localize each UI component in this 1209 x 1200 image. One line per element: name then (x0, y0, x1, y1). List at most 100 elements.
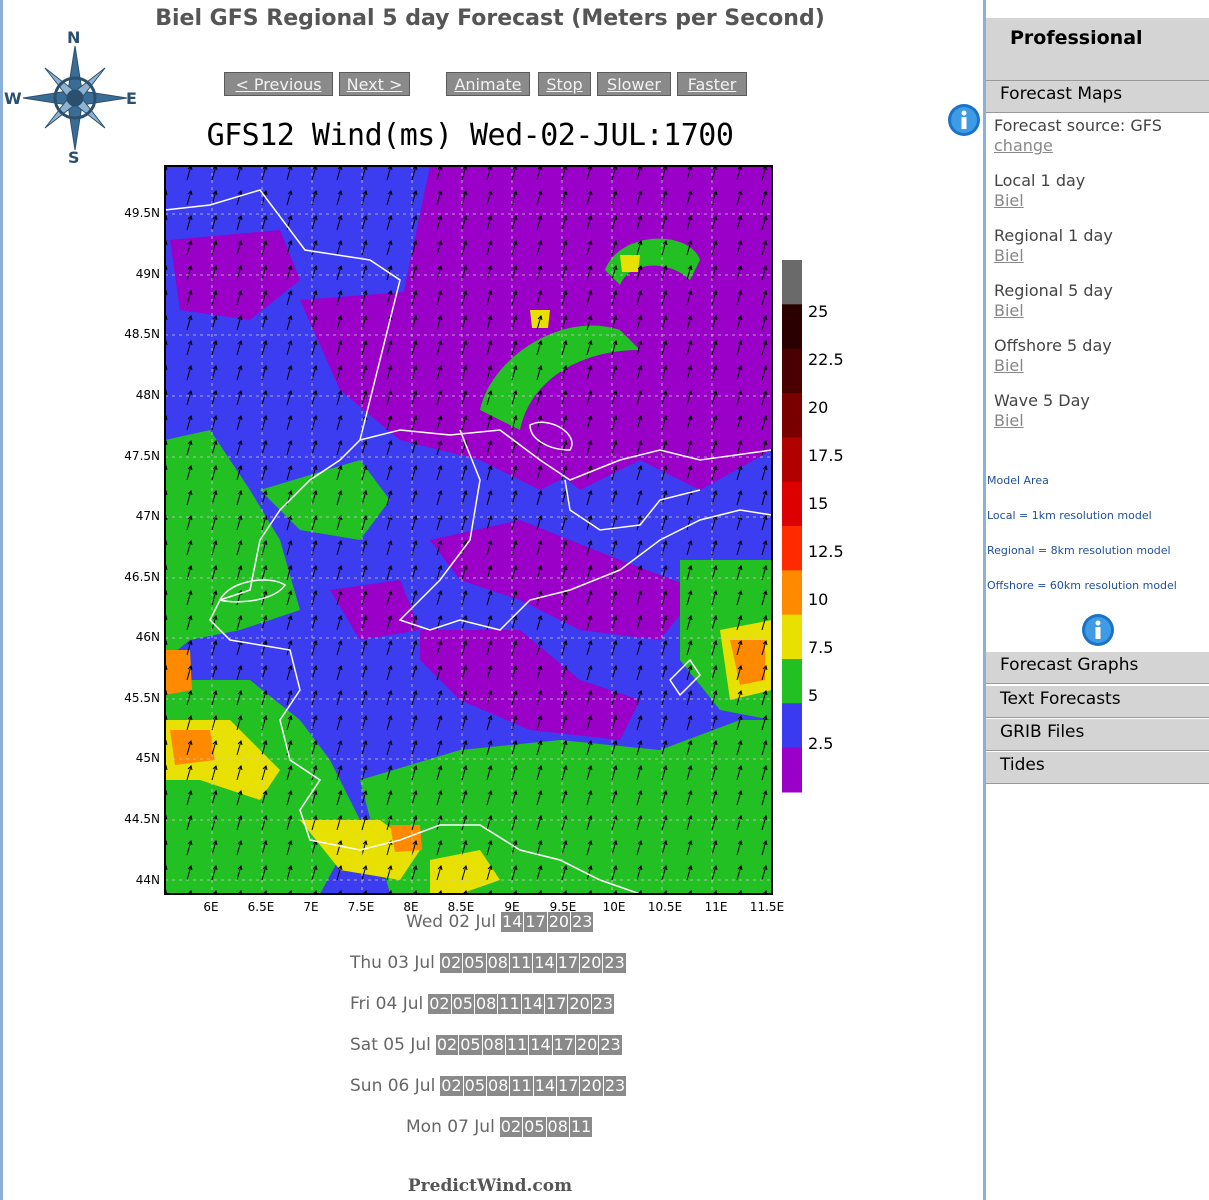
lat-label: 46.5N (124, 570, 160, 584)
hour-button[interactable]: 02 (428, 994, 451, 1014)
hour-button[interactable]: 14 (521, 994, 545, 1014)
scale-band (782, 481, 802, 527)
hour-button[interactable]: 08 (486, 953, 509, 973)
day-row: Sun 06 Jul 02 05 08 11 14 17 20 23 (280, 1076, 740, 1100)
info-icon[interactable] (1081, 613, 1115, 647)
tab-forecast-maps[interactable]: Forecast Maps (986, 81, 1209, 113)
local-1-day-link[interactable]: Biel (994, 191, 1024, 210)
change-source-link[interactable]: change (994, 136, 1053, 155)
hour-button[interactable]: 11 (509, 953, 533, 973)
hour-button[interactable]: 14 (529, 1035, 552, 1055)
hour-button[interactable]: 20 (580, 1076, 603, 1096)
day-row: Thu 03 Jul 02 05 08 11 14 17 20 23 (280, 953, 740, 977)
model-note: Model Area (987, 474, 1049, 487)
hour-button[interactable]: 14 (533, 1076, 557, 1096)
hour-button[interactable]: 05 (463, 1076, 487, 1096)
hour-button[interactable]: 05 (463, 953, 486, 973)
animate-button[interactable]: Animate (446, 72, 530, 96)
hour-button[interactable]: 05 (451, 994, 474, 1014)
lat-label: 44N (135, 873, 160, 887)
hour-button[interactable]: 23 (603, 1076, 627, 1096)
info-icon[interactable] (947, 103, 981, 137)
tab-label: Tides (1000, 755, 1045, 775)
hour-button[interactable]: 20 (575, 1035, 599, 1055)
lon-label: 11.5E (749, 900, 785, 914)
hour-button[interactable]: 02 (440, 1076, 463, 1096)
page-title: Biel GFS Regional 5 day Forecast (Meters… (155, 6, 825, 31)
hour-button[interactable]: 14 (533, 953, 556, 973)
day-line: Mon 07 Jul 02 05 08 11 (406, 1117, 593, 1137)
hour-button[interactable]: 05 (523, 1117, 546, 1137)
hour-button[interactable]: 08 (482, 1035, 505, 1055)
hour-button[interactable]: 23 (571, 912, 594, 932)
faster-button[interactable]: Faster (677, 72, 747, 96)
hour-button[interactable]: 11 (569, 1117, 593, 1137)
slower-button[interactable]: Slower (597, 72, 671, 96)
sidebar: Professional Forecast Maps Forecast sour… (983, 0, 1209, 1200)
hour-button[interactable]: 20 (568, 994, 591, 1014)
hour-button[interactable]: 14 (501, 912, 524, 932)
scale-label: 12.5 (808, 542, 844, 561)
scale-label: 5 (808, 686, 819, 705)
day-label: Wed 02 Jul (406, 912, 497, 932)
hour-button[interactable]: 11 (510, 1076, 533, 1096)
lat-label: 44.5N (124, 812, 160, 826)
link-label: Local 1 day (994, 171, 1086, 190)
tab-grib-files[interactable]: GRIB Files (986, 719, 1209, 751)
scale-label: 17.5 (808, 446, 844, 465)
scale-label: 15 (808, 494, 829, 513)
lon-label: 6.5E (247, 900, 275, 914)
hour-button[interactable]: 23 (599, 1035, 622, 1055)
hour-button[interactable]: 11 (498, 994, 521, 1014)
wave-5-day-link[interactable]: Biel (994, 411, 1024, 430)
hour-button[interactable]: 08 (487, 1076, 510, 1096)
hour-button[interactable]: 17 (552, 1035, 575, 1055)
hour-button[interactable]: 23 (591, 994, 615, 1014)
day-line: Sun 06 Jul 02 05 08 11 14 17 20 23 (350, 1076, 627, 1096)
tab-label: Text Forecasts (1000, 689, 1121, 709)
lat-label: 49.5N (124, 206, 160, 220)
hour-button[interactable]: 08 (474, 994, 498, 1014)
hour-button[interactable]: 02 (435, 1035, 459, 1055)
compass-e: E (126, 89, 137, 108)
offshore-5-day-link[interactable]: Biel (994, 356, 1024, 375)
day-label: Fri 04 Jul (350, 994, 424, 1014)
next-button[interactable]: Next > (339, 72, 410, 96)
hour-button[interactable]: 17 (557, 1076, 580, 1096)
day-line: Wed 02 Jul 14 17 20 23 (406, 912, 594, 932)
professional-title: Professional (1010, 27, 1143, 49)
hour-button[interactable]: 17 (524, 912, 547, 932)
lat-label: 48.5N (124, 327, 160, 341)
model-note: Regional = 8km resolution model (987, 544, 1171, 557)
hour-button[interactable]: 11 (505, 1035, 529, 1055)
tab-tides[interactable]: Tides (986, 752, 1209, 784)
regional-1-day-link[interactable]: Biel (994, 246, 1024, 265)
lat-label: 47N (135, 509, 160, 523)
day-label: Sat 05 Jul (350, 1035, 431, 1055)
hour-button[interactable]: 23 (603, 953, 626, 973)
model-note: Offshore = 60km resolution model (987, 579, 1177, 592)
hour-button[interactable]: 17 (556, 953, 580, 973)
scale-band (782, 304, 802, 350)
compass-w: W (4, 89, 22, 108)
stop-button[interactable]: Stop (538, 72, 591, 96)
scale-band (782, 703, 802, 749)
hour-button[interactable]: 17 (545, 994, 568, 1014)
scale-band (782, 659, 802, 704)
hour-button[interactable]: 08 (546, 1117, 569, 1137)
hour-button[interactable]: 02 (439, 953, 463, 973)
tab-forecast-graphs[interactable]: Forecast Graphs (986, 652, 1209, 684)
compass-s: S (68, 148, 80, 167)
map-title: GFS12 Wind(ms) Wed-02-JUL:1700 (206, 118, 734, 153)
scale-band (782, 348, 802, 394)
hour-button[interactable]: 05 (459, 1035, 482, 1055)
previous-button[interactable]: < Previous (224, 72, 333, 96)
regional-5-day-link[interactable]: Biel (994, 301, 1024, 320)
scale-label: 25 (808, 302, 829, 321)
hour-button[interactable]: 20 (580, 953, 603, 973)
tab-text-forecasts[interactable]: Text Forecasts (986, 686, 1209, 718)
link-label: Wave 5 Day (994, 391, 1090, 410)
hour-button[interactable]: 02 (499, 1117, 523, 1137)
lat-label: 47.5N (124, 449, 160, 463)
hour-button[interactable]: 20 (547, 912, 571, 932)
